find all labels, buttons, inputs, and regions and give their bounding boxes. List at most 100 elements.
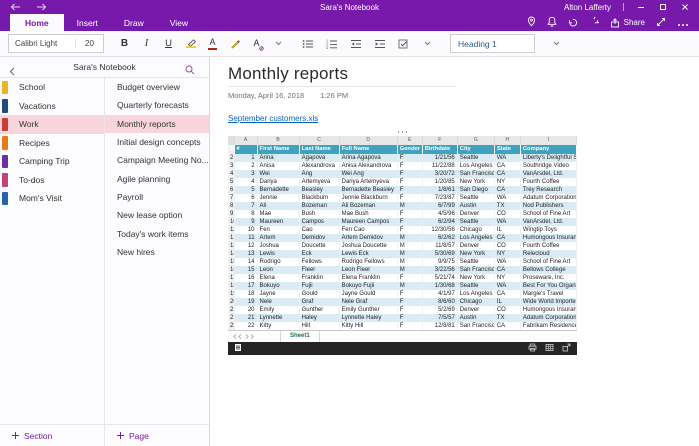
tab-home[interactable]: Home (10, 14, 64, 31)
minimize-button[interactable] (636, 2, 646, 12)
sidebar-page-quarterly-forecasts[interactable]: Quarterly forecasts (105, 96, 209, 114)
sheet-nav-arrows-icon[interactable] (228, 331, 260, 342)
highlighter-button[interactable] (182, 35, 199, 53)
maximize-button[interactable] (658, 2, 668, 12)
table-row[interactable]: 1817BokuyoFujiiBokuyo FujiiM1/30/68Seatt… (228, 282, 577, 290)
cell: Proseware, Inc. (520, 274, 576, 282)
embed-move-handle-icon[interactable] (228, 131, 577, 133)
table-row[interactable]: 65BernadetteBeasleyBernadette BeasleyF1/… (228, 186, 577, 194)
sidebar-page-new-lease-option[interactable]: New lease option (105, 206, 209, 224)
more-options-icon[interactable] (677, 14, 689, 32)
underline-button[interactable]: U (160, 35, 177, 53)
table-row[interactable]: 32AnisaAlexandrovaAnisa AlexandrovaF11/2… (228, 162, 577, 170)
font-options-chevron-icon[interactable] (270, 35, 287, 53)
cell: Anisa Alexandrova (339, 162, 397, 170)
cell: 7 (234, 202, 257, 210)
close-button[interactable] (680, 2, 690, 12)
undo-icon[interactable] (568, 14, 578, 32)
cell: Margie's Travel (520, 290, 576, 298)
format-painter-button[interactable] (226, 35, 243, 53)
numbered-list-button[interactable]: 123 (323, 35, 340, 53)
notifications-bell-icon[interactable] (547, 14, 557, 32)
cell: Emily Gunther (339, 306, 397, 314)
sidebar-page-monthly-reports[interactable]: Monthly reports (105, 115, 209, 133)
cell: Trey Research (520, 186, 576, 194)
fullscreen-icon[interactable] (656, 14, 666, 32)
italic-button[interactable]: I (138, 35, 155, 53)
notebook-title[interactable]: Sara's Notebook (0, 62, 209, 72)
sheet-tab[interactable]: Sheet1 (280, 331, 320, 342)
tab-draw[interactable]: Draw (111, 14, 157, 31)
table-row[interactable]: 1918JayneGouldJayne GouldF4/1/97Los Ange… (228, 290, 577, 298)
style-picker[interactable]: Heading 1 (450, 34, 535, 53)
table-row[interactable]: 1110FenCaoFen CaoF12/30/56ChicagoILWingt… (228, 226, 577, 234)
sidebar-section-school[interactable]: School (0, 78, 104, 97)
location-pin-icon[interactable] (527, 14, 536, 32)
sidebar-section-camping-trip[interactable]: Camping Trip (0, 152, 104, 171)
sidebar-page-today-s-work-items[interactable]: Today's work items (105, 224, 209, 242)
sidebar-section-vacations[interactable]: Vacations (0, 97, 104, 116)
sidebar-page-payroll[interactable]: Payroll (105, 188, 209, 206)
add-page-button[interactable]: Page (105, 424, 209, 446)
search-icon[interactable] (185, 62, 195, 80)
table-row[interactable]: 109MaureenCamposMaureen CamposF6/2/94Sea… (228, 218, 577, 226)
cell: Gunther (299, 306, 339, 314)
forward-arrow-icon[interactable] (36, 3, 47, 11)
styles-chevron-icon[interactable] (548, 35, 565, 53)
font-picker[interactable]: Calibri Light 20 (8, 34, 104, 53)
table-row[interactable]: 1211ArtemDemidovArtem DemidovM6/2/62Los … (228, 234, 577, 242)
tab-view[interactable]: View (157, 14, 201, 31)
page-title[interactable]: Monthly reports (228, 64, 456, 84)
add-section-button[interactable]: Section (0, 424, 104, 446)
todo-tag-button[interactable] (395, 35, 412, 53)
attachment-link[interactable]: September customers.xls (228, 114, 318, 123)
increase-indent-button[interactable] (371, 35, 388, 53)
share-button[interactable]: Share (610, 18, 645, 28)
grid-view-icon[interactable] (545, 339, 554, 357)
account-name[interactable]: Alton Lafferty (564, 3, 611, 12)
table-row[interactable]: 1514RodrigoFellowsRodrigo FellowsM9/9/75… (228, 258, 577, 266)
font-name-field[interactable]: Calibri Light (9, 39, 75, 48)
table-row[interactable]: 21ArinaAgapovaArina AgapovaF1/21/56Seatt… (228, 154, 577, 162)
sidebar-page-agile-planning[interactable]: Agile planning (105, 169, 209, 187)
tags-chevron-icon[interactable] (419, 35, 436, 53)
pop-out-icon[interactable] (562, 339, 571, 357)
table-row[interactable]: 1716ElenaFranklinElena FranklinF5/21/74N… (228, 274, 577, 282)
table-row[interactable]: 54DariyaArtemyevaDariya ArtemyevaF1/20/8… (228, 178, 577, 186)
table-row[interactable]: 76JennieBlackburnJennie BlackburnF7/23/8… (228, 194, 577, 202)
bold-button[interactable]: B (116, 35, 133, 53)
page-canvas[interactable]: Monthly reports Monday, April 16, 2018 1… (210, 57, 699, 446)
sidebar-section-to-dos[interactable]: To-dos (0, 171, 104, 190)
table-row[interactable]: 1413LewisEckLewis EckM5/30/69New YorkNYR… (228, 250, 577, 258)
sidebar-page-budget-overview[interactable]: Budget overview (105, 78, 209, 96)
table-row[interactable]: 2322KittyHillKitty HillF12/8/81San Franc… (228, 322, 577, 330)
table-row[interactable]: 87AliBozemanAli BozemanM6/7/99AustinTXNo… (228, 202, 577, 210)
embed-workbook-icon[interactable] (234, 339, 242, 357)
excel-embed[interactable]: ABCDEFGHI1#First NameLast NameFull NameG… (228, 131, 577, 355)
table-row[interactable]: 1615LeonFleerLeon FleerM3/22/56San Franc… (228, 266, 577, 274)
table-row[interactable]: 1312JoshuaDoucetteJoshua DoucetteM11/8/5… (228, 242, 577, 250)
font-size-field[interactable]: 20 (75, 39, 103, 48)
decrease-indent-button[interactable] (347, 35, 364, 53)
table-row[interactable]: 43WeiAngWei AngF3/20/72San FranciscoCAVa… (228, 170, 577, 178)
table-row[interactable]: 98MaeBushMae BushF4/5/96DenverCOSchool o… (228, 210, 577, 218)
cell: WA (494, 258, 520, 266)
table-row[interactable]: 2120EmilyGuntherEmily GuntherF5/2/69Denv… (228, 306, 577, 314)
sidebar-section-recipes[interactable]: Recipes (0, 134, 104, 153)
table-row[interactable]: 2221LynnetteHaleyLynnette HaleyF7/5/57Au… (228, 314, 577, 322)
table-row[interactable]: 2019NeleGrafNele GrafF8/6/60ChicagoILWid… (228, 298, 577, 306)
print-icon[interactable] (528, 339, 537, 357)
cell: Relecloud (520, 250, 576, 258)
back-arrow-icon[interactable] (10, 3, 21, 11)
sidebar-section-mom-s-visit[interactable]: Mom's Visit (0, 189, 104, 208)
font-color-button[interactable]: A (204, 35, 221, 53)
redo-icon[interactable] (589, 14, 599, 32)
cell: CA (494, 266, 520, 274)
tab-insert[interactable]: Insert (64, 14, 111, 31)
sidebar-page-new-hires[interactable]: New hires (105, 243, 209, 261)
clear-formatting-button[interactable]: A (248, 35, 265, 53)
sidebar-page-initial-design-concepts[interactable]: Initial design concepts (105, 133, 209, 151)
sidebar-section-work[interactable]: Work (0, 115, 104, 134)
bullet-list-button[interactable] (299, 35, 316, 53)
sidebar-page-campaign-meeting-no[interactable]: Campaign Meeting No... (105, 151, 209, 169)
